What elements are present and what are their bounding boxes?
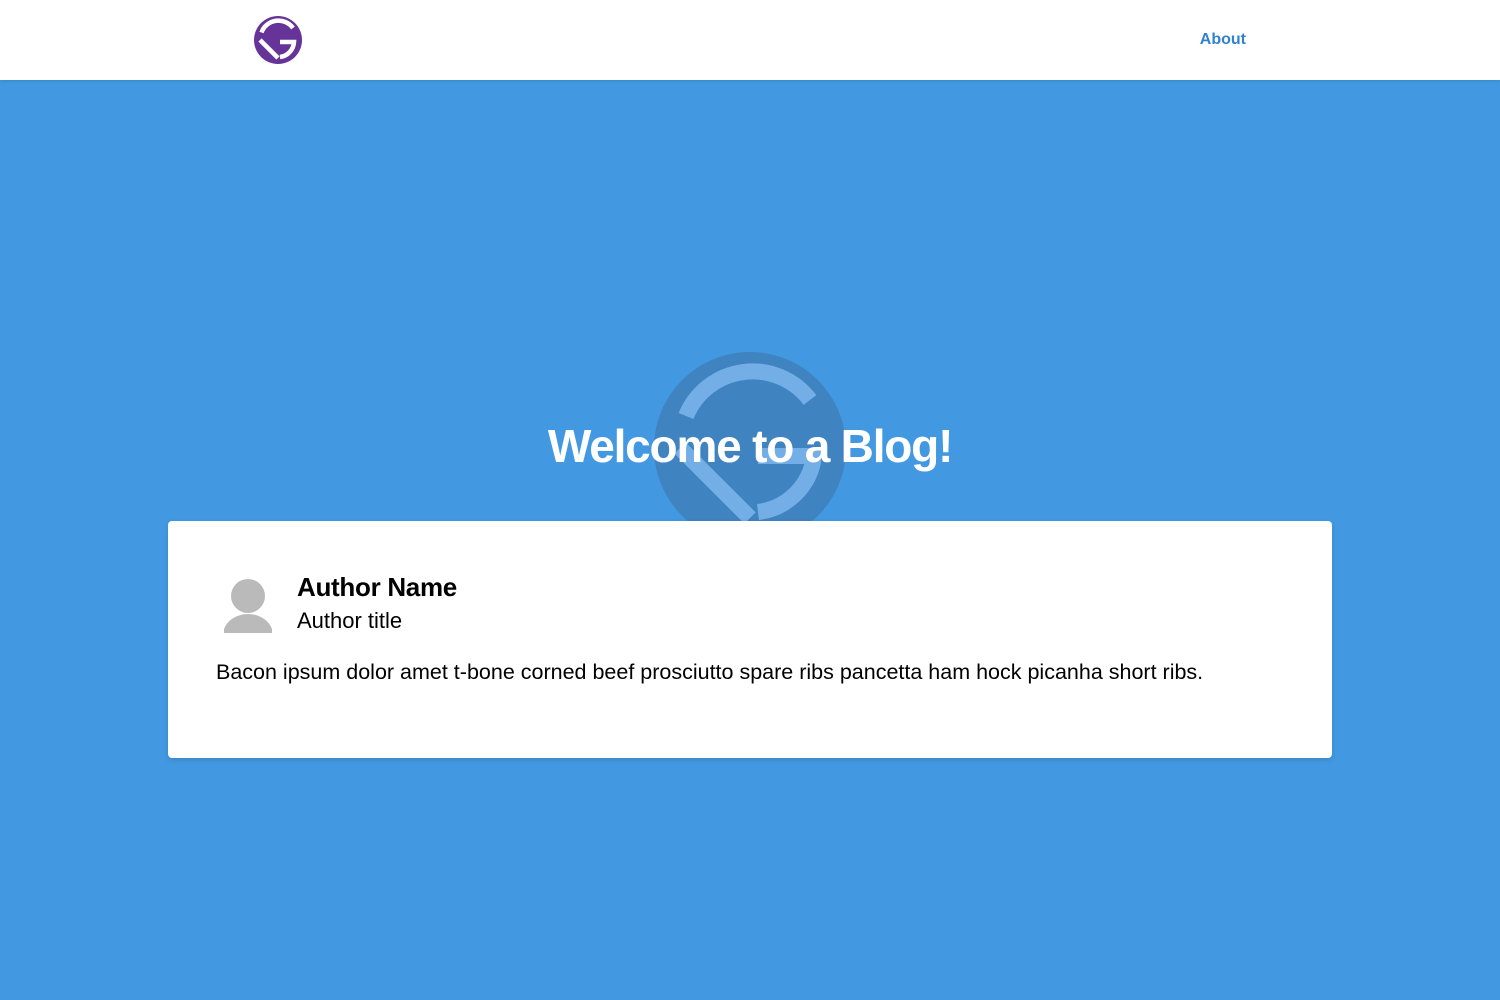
- gatsby-logo-icon: [254, 16, 302, 64]
- post-excerpt: Bacon ipsum dolor amet t-bone corned bee…: [216, 660, 1204, 684]
- page-title: Welcome to a Blog!: [547, 420, 954, 472]
- author-title: Author title: [297, 608, 403, 633]
- blog-post-card: Author Name Author title Bacon ipsum dol…: [168, 521, 1332, 758]
- site-header: About: [0, 0, 1500, 80]
- author-name: Author Name: [297, 572, 457, 602]
- user-avatar-icon: [224, 577, 272, 633]
- home-logo-link[interactable]: [254, 16, 302, 64]
- nav-link-about[interactable]: About: [1200, 30, 1246, 50]
